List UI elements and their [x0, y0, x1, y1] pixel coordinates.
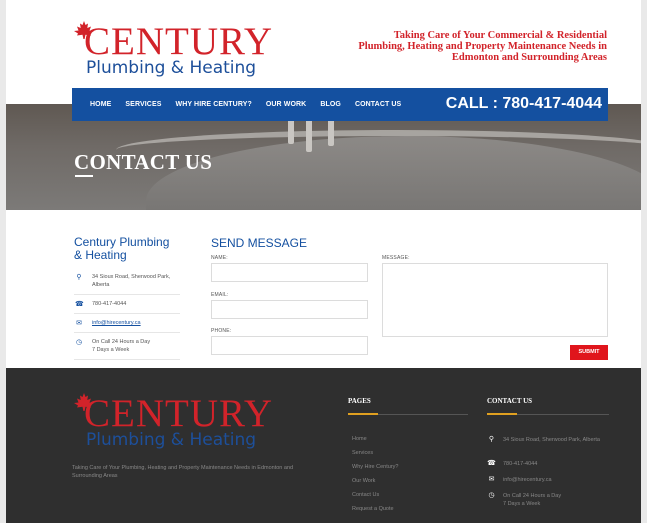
footer-link-services[interactable]: Services	[352, 450, 373, 456]
footer-hours-row: ◷ On Call 24 Hours a Day 7 Days a Week	[487, 492, 607, 508]
footer-hours-line-2: 7 Days a Week	[503, 501, 541, 507]
site-logo[interactable]: CENTURY Plumbing & Heating	[72, 18, 272, 78]
name-field[interactable]	[211, 263, 368, 282]
site-header: CENTURY Plumbing & Heating Taking Care o…	[6, 0, 641, 88]
message-label: MESSAGE:	[382, 255, 410, 261]
contact-info-title: Century Plumbing & Heating	[74, 235, 170, 262]
logo-wordmark: CENTURY	[84, 20, 274, 63]
footer-logo-wordmark: CENTURY	[84, 392, 274, 435]
nav-item-contact-us[interactable]: CONTACT US	[355, 101, 401, 108]
email-field[interactable]	[211, 300, 368, 319]
footer-link-our-work[interactable]: Our Work	[352, 478, 375, 484]
footer-link-contact-us[interactable]: Contact Us	[352, 492, 379, 498]
footer-address-row: ⚲ 34 Sioux Road, Sherwood Park, Alberta	[487, 436, 607, 444]
contact-info: Century Plumbing & Heating ⚲ 34 Sioux Ro…	[74, 236, 180, 360]
hours-line-1: On Call 24 Hours a Day	[92, 339, 151, 345]
site-footer: CENTURY Plumbing & Heating Taking Care o…	[6, 368, 641, 523]
phone-row: ☎ 780-417-4044	[74, 295, 180, 314]
nav-item-blog[interactable]: BLOG	[320, 101, 341, 108]
phone-icon: ☎	[75, 301, 84, 308]
email-link[interactable]: info@hirecentury.ca	[92, 320, 141, 326]
envelope-icon: ✉	[76, 320, 82, 327]
email-row: ✉ info@hirecentury.ca	[74, 314, 180, 333]
footer-pages-accent	[348, 413, 378, 415]
faucet-image	[328, 118, 334, 146]
hours-row: ◷ On Call 24 Hours a Day 7 Days a Week	[74, 333, 180, 360]
logo-subtitle: Plumbing & Heating	[86, 58, 257, 78]
footer-logo-subtitle: Plumbing & Heating	[86, 430, 257, 450]
page: CENTURY Plumbing & Heating Taking Care o…	[6, 0, 641, 523]
footer-phone-row: ☎ 780-417-4044	[487, 460, 607, 468]
phone-text: 780-417-4044	[92, 301, 127, 307]
footer-link-request-quote[interactable]: Request a Quote	[352, 506, 394, 512]
nav-item-home[interactable]: HOME	[90, 101, 111, 108]
faucet-image	[288, 118, 294, 144]
footer-contact-accent	[487, 413, 517, 415]
header-tagline: Taking Care of Your Commercial & Residen…	[358, 30, 607, 63]
message-textarea[interactable]	[382, 263, 608, 337]
footer-link-why-hire-century[interactable]: Why Hire Century?	[352, 464, 398, 470]
nav-item-services[interactable]: SERVICES	[125, 101, 161, 108]
map-pin-icon: ⚲	[76, 274, 82, 281]
footer-logo[interactable]: CENTURY Plumbing & Heating	[72, 390, 272, 450]
address-row: ⚲ 34 Sioux Road, Sherwood Park, Alberta	[74, 268, 180, 295]
clock-icon: ◷	[488, 492, 495, 499]
address-text: 34 Sioux Road, Sherwood Park, Alberta	[92, 274, 171, 288]
phone-field[interactable]	[211, 336, 368, 355]
nav-item-why-hire-century[interactable]: WHY HIRE CENTURY?	[175, 101, 251, 108]
footer-hours-line-1: On Call 24 Hours a Day	[503, 493, 562, 499]
phone-label: PHONE:	[211, 328, 232, 334]
main-nav: HOME SERVICES WHY HIRE CENTURY? OUR WORK…	[72, 88, 608, 121]
email-label: EMAIL:	[211, 292, 229, 298]
envelope-icon: ✉	[488, 476, 495, 483]
page-title: CONTACT US	[74, 150, 213, 174]
footer-pages-title: PAGES	[348, 397, 371, 405]
phone-icon: ☎	[487, 460, 496, 467]
contact-section: Century Plumbing & Heating ⚲ 34 Sioux Ro…	[6, 210, 641, 368]
send-message-title: SEND MESSAGE	[211, 236, 308, 250]
submit-button[interactable]: SUBMIT	[570, 345, 608, 360]
nav-item-our-work[interactable]: OUR WORK	[266, 101, 306, 108]
title-underline	[75, 175, 93, 177]
clock-icon: ◷	[75, 339, 83, 346]
name-label: NAME:	[211, 255, 228, 261]
map-pin-icon: ⚲	[488, 436, 495, 443]
footer-email-row: ✉ info@hirecentury.ca	[487, 476, 607, 484]
footer-tagline: Taking Care of Your Plumbing, Heating an…	[72, 465, 294, 479]
footer-address-text: 34 Sioux Road, Sherwood Park, Alberta	[503, 437, 600, 443]
hours-line-2: 7 Days a Week	[92, 347, 130, 353]
call-phone-link[interactable]: CALL : 780-417-4044	[446, 95, 602, 113]
footer-phone-text: 780-417-4044	[503, 461, 538, 467]
footer-contact-title: CONTACT US	[487, 397, 533, 405]
footer-email-link[interactable]: info@hirecentury.ca	[503, 477, 552, 483]
footer-link-home[interactable]: Home	[352, 436, 367, 442]
